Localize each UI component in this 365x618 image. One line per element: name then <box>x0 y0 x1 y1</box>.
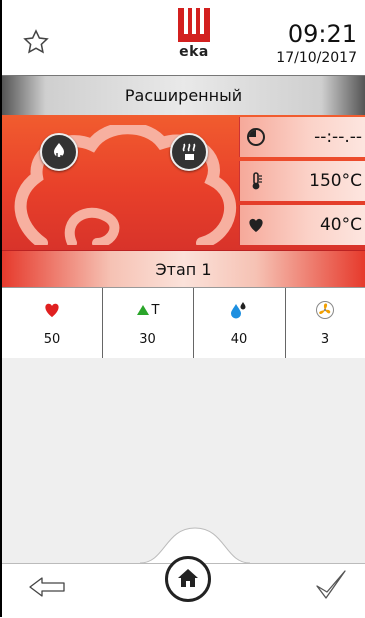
param-core-temp-value: 50 <box>43 332 61 347</box>
cooking-panel: --:--.-- 150°C 40°C <box>2 115 365 250</box>
back-arrow-icon[interactable] <box>28 576 66 598</box>
favorite-star-icon[interactable] <box>22 28 50 56</box>
hot-air-mode-button[interactable] <box>170 133 208 171</box>
steam-mode-button[interactable] <box>40 133 78 171</box>
param-fan-speed-value: 3 <box>320 332 330 347</box>
param-humidity[interactable]: 40 <box>193 288 286 359</box>
delta-t-icon <box>136 305 149 315</box>
confirm-check-icon[interactable] <box>314 568 348 602</box>
heart-icon <box>45 303 59 318</box>
clock-time: 09:21 <box>287 20 357 48</box>
core-temp-row[interactable]: 40°C <box>239 205 365 245</box>
brand-logo: eka <box>174 8 214 60</box>
delta-t-label: T <box>151 302 160 318</box>
timer-icon <box>247 128 265 146</box>
humidity-icon <box>231 302 246 319</box>
param-delta-t-value: 30 <box>139 332 156 347</box>
param-core-temp[interactable]: 50 <box>2 288 103 359</box>
core-temp-value: 40°C <box>319 215 362 235</box>
logo-bars-icon <box>178 8 210 42</box>
logo-text: eka <box>179 44 209 60</box>
stage-parameters: 50 T 30 40 3 <box>2 287 365 360</box>
stage-bar[interactable]: Этап 1 <box>2 250 365 288</box>
param-fan-speed[interactable]: 3 <box>285 288 365 359</box>
hot-air-hand-icon <box>182 143 196 160</box>
param-delta-t[interactable]: T 30 <box>102 288 194 359</box>
mode-label: Расширенный <box>124 86 243 105</box>
settings-list: --:--.-- 150°C 40°C <box>239 115 365 250</box>
param-humidity-value: 40 <box>230 332 248 347</box>
app-screen: eka 09:21 17/10/2017 Расширенный --:--.-… <box>0 0 365 618</box>
mode-bar[interactable]: Расширенный <box>2 75 365 117</box>
thermometer-icon <box>252 172 262 190</box>
timer-value: --:--.-- <box>314 127 362 147</box>
clock-date: 17/10/2017 <box>276 50 357 66</box>
fan-icon <box>316 301 334 319</box>
temperature-value: 150°C <box>309 171 362 191</box>
core-probe-heart-icon <box>249 218 263 232</box>
stage-label: Этап 1 <box>155 260 212 279</box>
home-icon <box>178 569 198 587</box>
top-bar: eka 09:21 17/10/2017 <box>2 0 365 75</box>
home-button[interactable] <box>165 556 211 602</box>
timer-row[interactable]: --:--.-- <box>239 117 365 157</box>
temperature-row[interactable]: 150°C <box>239 161 365 201</box>
steam-hand-icon <box>54 143 64 159</box>
